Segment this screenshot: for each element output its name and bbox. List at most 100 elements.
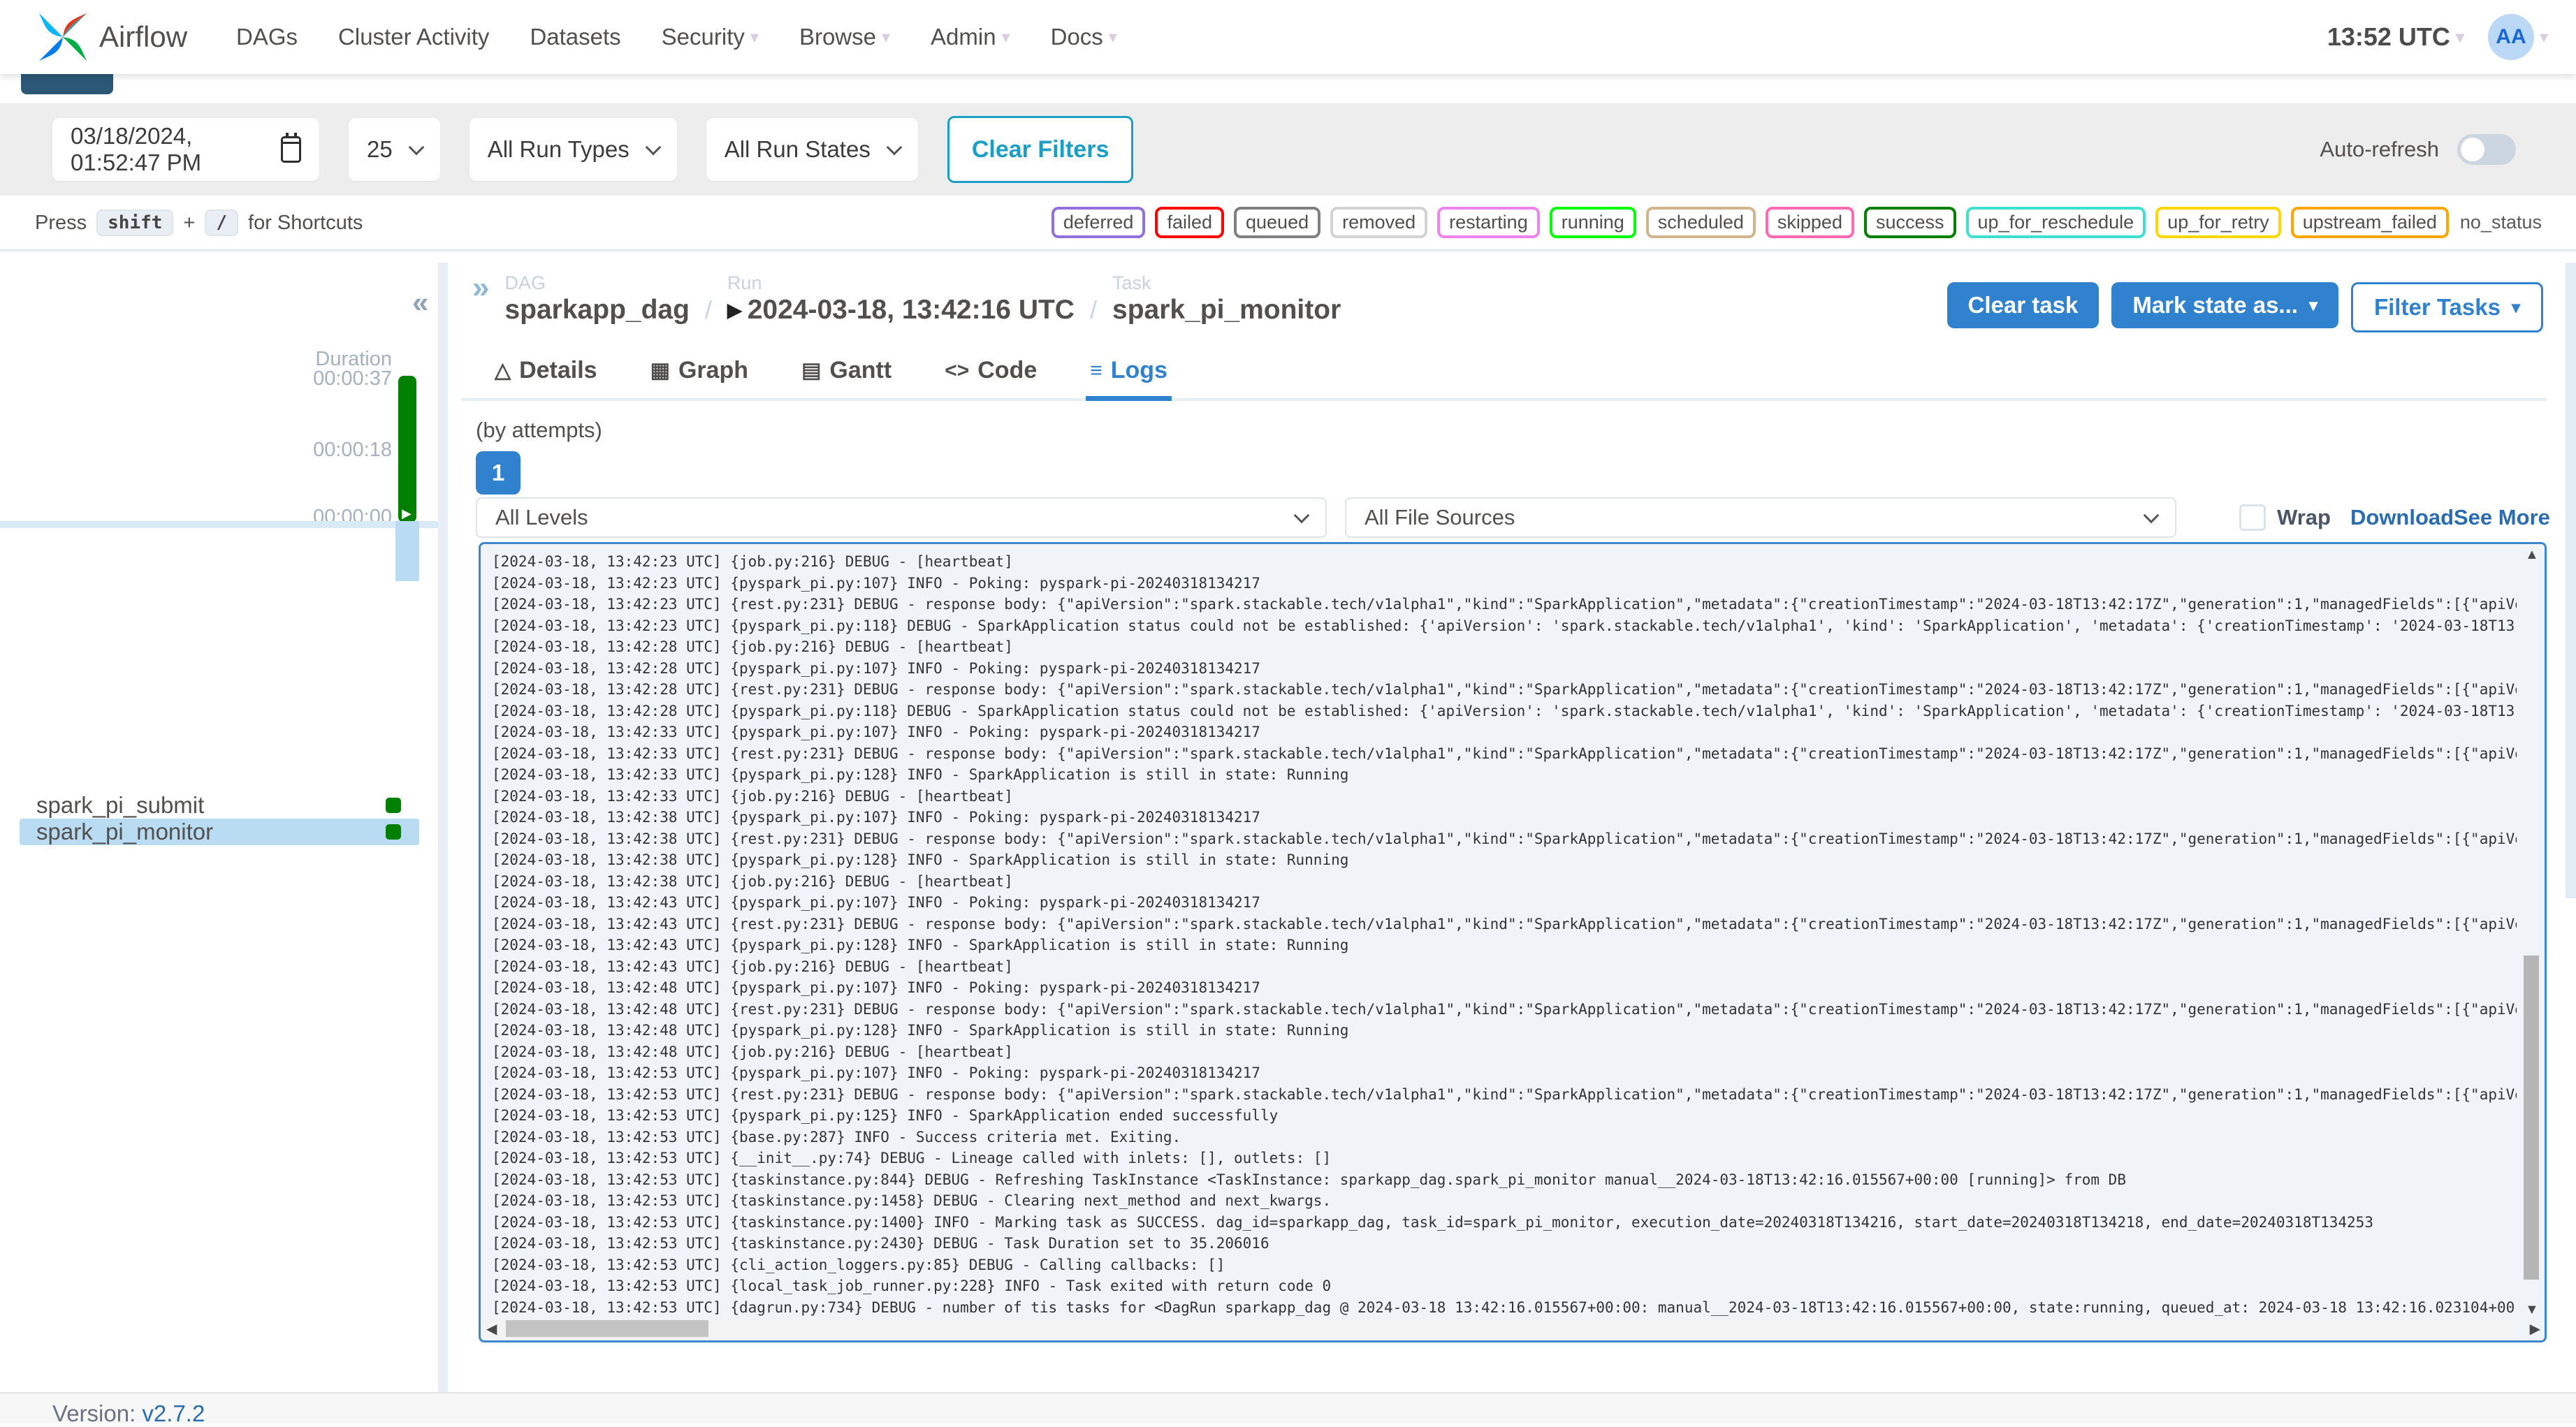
tab-logs[interactable]: ≡ Logs bbox=[1086, 353, 1172, 401]
attempt-1-button[interactable]: 1 bbox=[476, 451, 521, 495]
status-badge-failed[interactable]: failed bbox=[1155, 207, 1224, 238]
clock-dropdown[interactable]: 13:52 UTC ▾ bbox=[2327, 22, 2464, 52]
status-badge-success[interactable]: success bbox=[1863, 207, 1956, 238]
page-scrollbar[interactable] bbox=[2566, 263, 2576, 898]
tab-code[interactable]: <> Code bbox=[940, 353, 1041, 401]
run-states-select[interactable]: All Run States bbox=[706, 118, 918, 181]
page-size-value: 25 bbox=[367, 136, 393, 162]
log-line: [2024-03-18, 13:42:28 UTC] {job.py:216} … bbox=[492, 638, 1013, 655]
status-badge-restarting[interactable]: restarting bbox=[1437, 207, 1540, 238]
log-line: [2024-03-18, 13:42:53 UTC] {local_task_j… bbox=[492, 1278, 1332, 1294]
breadcrumb-task-value[interactable]: spark_pi_monitor bbox=[1112, 295, 1341, 326]
run-duration-bar[interactable]: ▶ bbox=[398, 376, 416, 522]
log-line: [2024-03-18, 13:42:43 UTC] {pyspark_pi.p… bbox=[492, 937, 1349, 953]
status-badge-no_status[interactable]: no_status bbox=[2458, 210, 2543, 235]
avatar-initials: AA bbox=[2496, 25, 2526, 48]
tab-graph[interactable]: ▦ Graph bbox=[646, 353, 752, 401]
log-line: [2024-03-18, 13:42:48 UTC] {pyspark_pi.p… bbox=[492, 979, 1260, 996]
log-line: [2024-03-18, 13:42:33 UTC] {job.py:216} … bbox=[492, 787, 1013, 805]
task-row-spark_pi_submit[interactable]: spark_pi_submit bbox=[20, 792, 419, 819]
date-filter-input[interactable]: 03/18/2024, 01:52:47 PM bbox=[52, 118, 319, 181]
wrap-checkbox[interactable] bbox=[2239, 504, 2266, 531]
breadcrumb-dag-value[interactable]: sparkapp_dag bbox=[504, 295, 689, 326]
log-output-panel[interactable]: [2024-03-18, 13:42:23 UTC] {job.py:216} … bbox=[479, 542, 2547, 1342]
mark-state-button[interactable]: Mark state as... ▾ bbox=[2111, 282, 2338, 328]
clear-task-button[interactable]: Clear task bbox=[1946, 282, 2100, 328]
status-badge-running[interactable]: running bbox=[1549, 207, 1636, 238]
grid-sidebar: « Duration 00:00:37 00:00:18 00:00:00 ▶ … bbox=[0, 263, 438, 1392]
chevron-down-icon: ▾ bbox=[881, 27, 891, 47]
chevron-down-icon bbox=[408, 139, 425, 156]
nav-item-cluster-activity[interactable]: Cluster Activity ▾ bbox=[338, 24, 489, 50]
status-badge-up_for_reschedule[interactable]: up_for_reschedule bbox=[1965, 207, 2146, 238]
log-line: [2024-03-18, 13:42:23 UTC] {rest.py:231}… bbox=[492, 596, 2517, 613]
duration-tick: 00:00:37 bbox=[313, 367, 392, 390]
scroll-up-icon[interactable]: ▲ bbox=[2525, 547, 2539, 563]
tab-details[interactable]: △ Details bbox=[490, 353, 602, 401]
grid-divider bbox=[0, 521, 438, 528]
page-size-select[interactable]: 25 bbox=[349, 118, 440, 181]
log-line: [2024-03-18, 13:42:53 UTC] {taskinstance… bbox=[492, 1192, 1332, 1209]
panel-splitter[interactable] bbox=[438, 263, 448, 1392]
nav-item-security[interactable]: Security ▾ bbox=[662, 24, 759, 50]
collapse-sidebar-button[interactable]: « bbox=[412, 288, 428, 317]
auto-refresh-toggle[interactable] bbox=[2457, 134, 2516, 165]
brand-name[interactable]: Airflow bbox=[99, 20, 187, 54]
version-link[interactable]: v2.7.2 bbox=[142, 1400, 205, 1426]
see-more-link[interactable]: See More bbox=[2454, 497, 2550, 538]
details-icon: △ bbox=[495, 359, 511, 382]
log-line: [2024-03-18, 13:42:53 UTC] {taskinstance… bbox=[492, 1213, 2373, 1231]
task-status-square[interactable] bbox=[386, 824, 401, 840]
log-vertical-scrollbar[interactable]: ▲ ▼ bbox=[2522, 547, 2542, 1318]
status-badge-scheduled[interactable]: scheduled bbox=[1645, 207, 1756, 238]
filter-tasks-button[interactable]: Filter Tasks ▾ bbox=[2350, 282, 2543, 332]
download-log-link[interactable]: Download bbox=[2350, 497, 2454, 538]
vertical-scroll-thumb[interactable] bbox=[2524, 956, 2539, 1280]
clear-task-label: Clear task bbox=[1967, 292, 2079, 318]
log-line: [2024-03-18, 13:42:38 UTC] {pyspark_pi.p… bbox=[492, 809, 1260, 826]
nav-item-dags[interactable]: DAGs ▾ bbox=[236, 24, 298, 50]
graph-icon: ▦ bbox=[650, 359, 670, 382]
task-row-spark_pi_monitor[interactable]: spark_pi_monitor bbox=[20, 819, 419, 845]
tab-label: Details bbox=[519, 357, 597, 383]
log-line: [2024-03-18, 13:42:38 UTC] {job.py:216} … bbox=[492, 872, 1013, 890]
scroll-left-icon[interactable]: ◀ bbox=[486, 1320, 497, 1338]
hint-row: Press shift + / for Shortcuts deferred fa… bbox=[0, 205, 2576, 243]
breadcrumb-chevrons-icon[interactable]: » bbox=[472, 272, 489, 303]
nav-item-admin[interactable]: Admin ▾ bbox=[931, 24, 1010, 50]
log-line: [2024-03-18, 13:42:53 UTC] {base.py:287}… bbox=[492, 1128, 1181, 1146]
clear-filters-button[interactable]: Clear Filters bbox=[947, 116, 1134, 183]
status-badge-queued[interactable]: queued bbox=[1234, 207, 1321, 238]
nav-item-browse[interactable]: Browse ▾ bbox=[799, 24, 890, 50]
avatar[interactable]: AA bbox=[2487, 14, 2534, 60]
log-horizontal-scrollbar[interactable]: ◀ ▶ bbox=[485, 1319, 2540, 1338]
breadcrumb-run-value[interactable]: ▶ 2024-03-18, 13:42:16 UTC bbox=[727, 295, 1075, 326]
nav-item-docs[interactable]: Docs ▾ bbox=[1051, 24, 1117, 50]
status-badge-upstream_failed[interactable]: upstream_failed bbox=[2290, 207, 2449, 238]
file-sources-select[interactable]: All File Sources bbox=[1345, 497, 2176, 538]
status-badge-deferred[interactable]: deferred bbox=[1051, 207, 1146, 238]
status-badge-skipped[interactable]: skipped bbox=[1765, 207, 1854, 238]
task-status-square[interactable] bbox=[386, 798, 401, 813]
log-line: [2024-03-18, 13:42:43 UTC] {rest.py:231}… bbox=[492, 915, 2517, 932]
log-line: [2024-03-18, 13:42:53 UTC] {rest.py:231}… bbox=[492, 1085, 2517, 1103]
tab-gantt[interactable]: ▤ Gantt bbox=[797, 353, 896, 401]
version-label: Version: bbox=[52, 1400, 136, 1426]
code-icon: <> bbox=[945, 358, 970, 382]
horizontal-scroll-thumb[interactable] bbox=[506, 1320, 708, 1337]
chevron-down-icon: ▾ bbox=[2455, 27, 2464, 47]
run-types-select[interactable]: All Run Types bbox=[469, 118, 677, 181]
status-badge-up_for_retry[interactable]: up_for_retry bbox=[2155, 207, 2281, 238]
scroll-right-icon[interactable]: ▶ bbox=[2530, 1320, 2540, 1338]
log-levels-select[interactable]: All Levels bbox=[476, 497, 1327, 538]
airflow-brand[interactable]: Airflow bbox=[36, 10, 187, 64]
airflow-logo-icon bbox=[38, 13, 87, 61]
nav-item-datasets[interactable]: Datasets ▾ bbox=[530, 24, 620, 50]
status-badge-removed[interactable]: removed bbox=[1330, 207, 1428, 238]
task-name: spark_pi_submit bbox=[36, 792, 205, 818]
log-line: [2024-03-18, 13:42:33 UTC] {pyspark_pi.p… bbox=[492, 766, 1349, 783]
scroll-down-icon[interactable]: ▼ bbox=[2525, 1302, 2539, 1318]
mark-state-label: Mark state as... bbox=[2132, 292, 2298, 318]
calendar-icon[interactable] bbox=[281, 133, 301, 163]
nav-item-label: Docs bbox=[1050, 24, 1103, 50]
